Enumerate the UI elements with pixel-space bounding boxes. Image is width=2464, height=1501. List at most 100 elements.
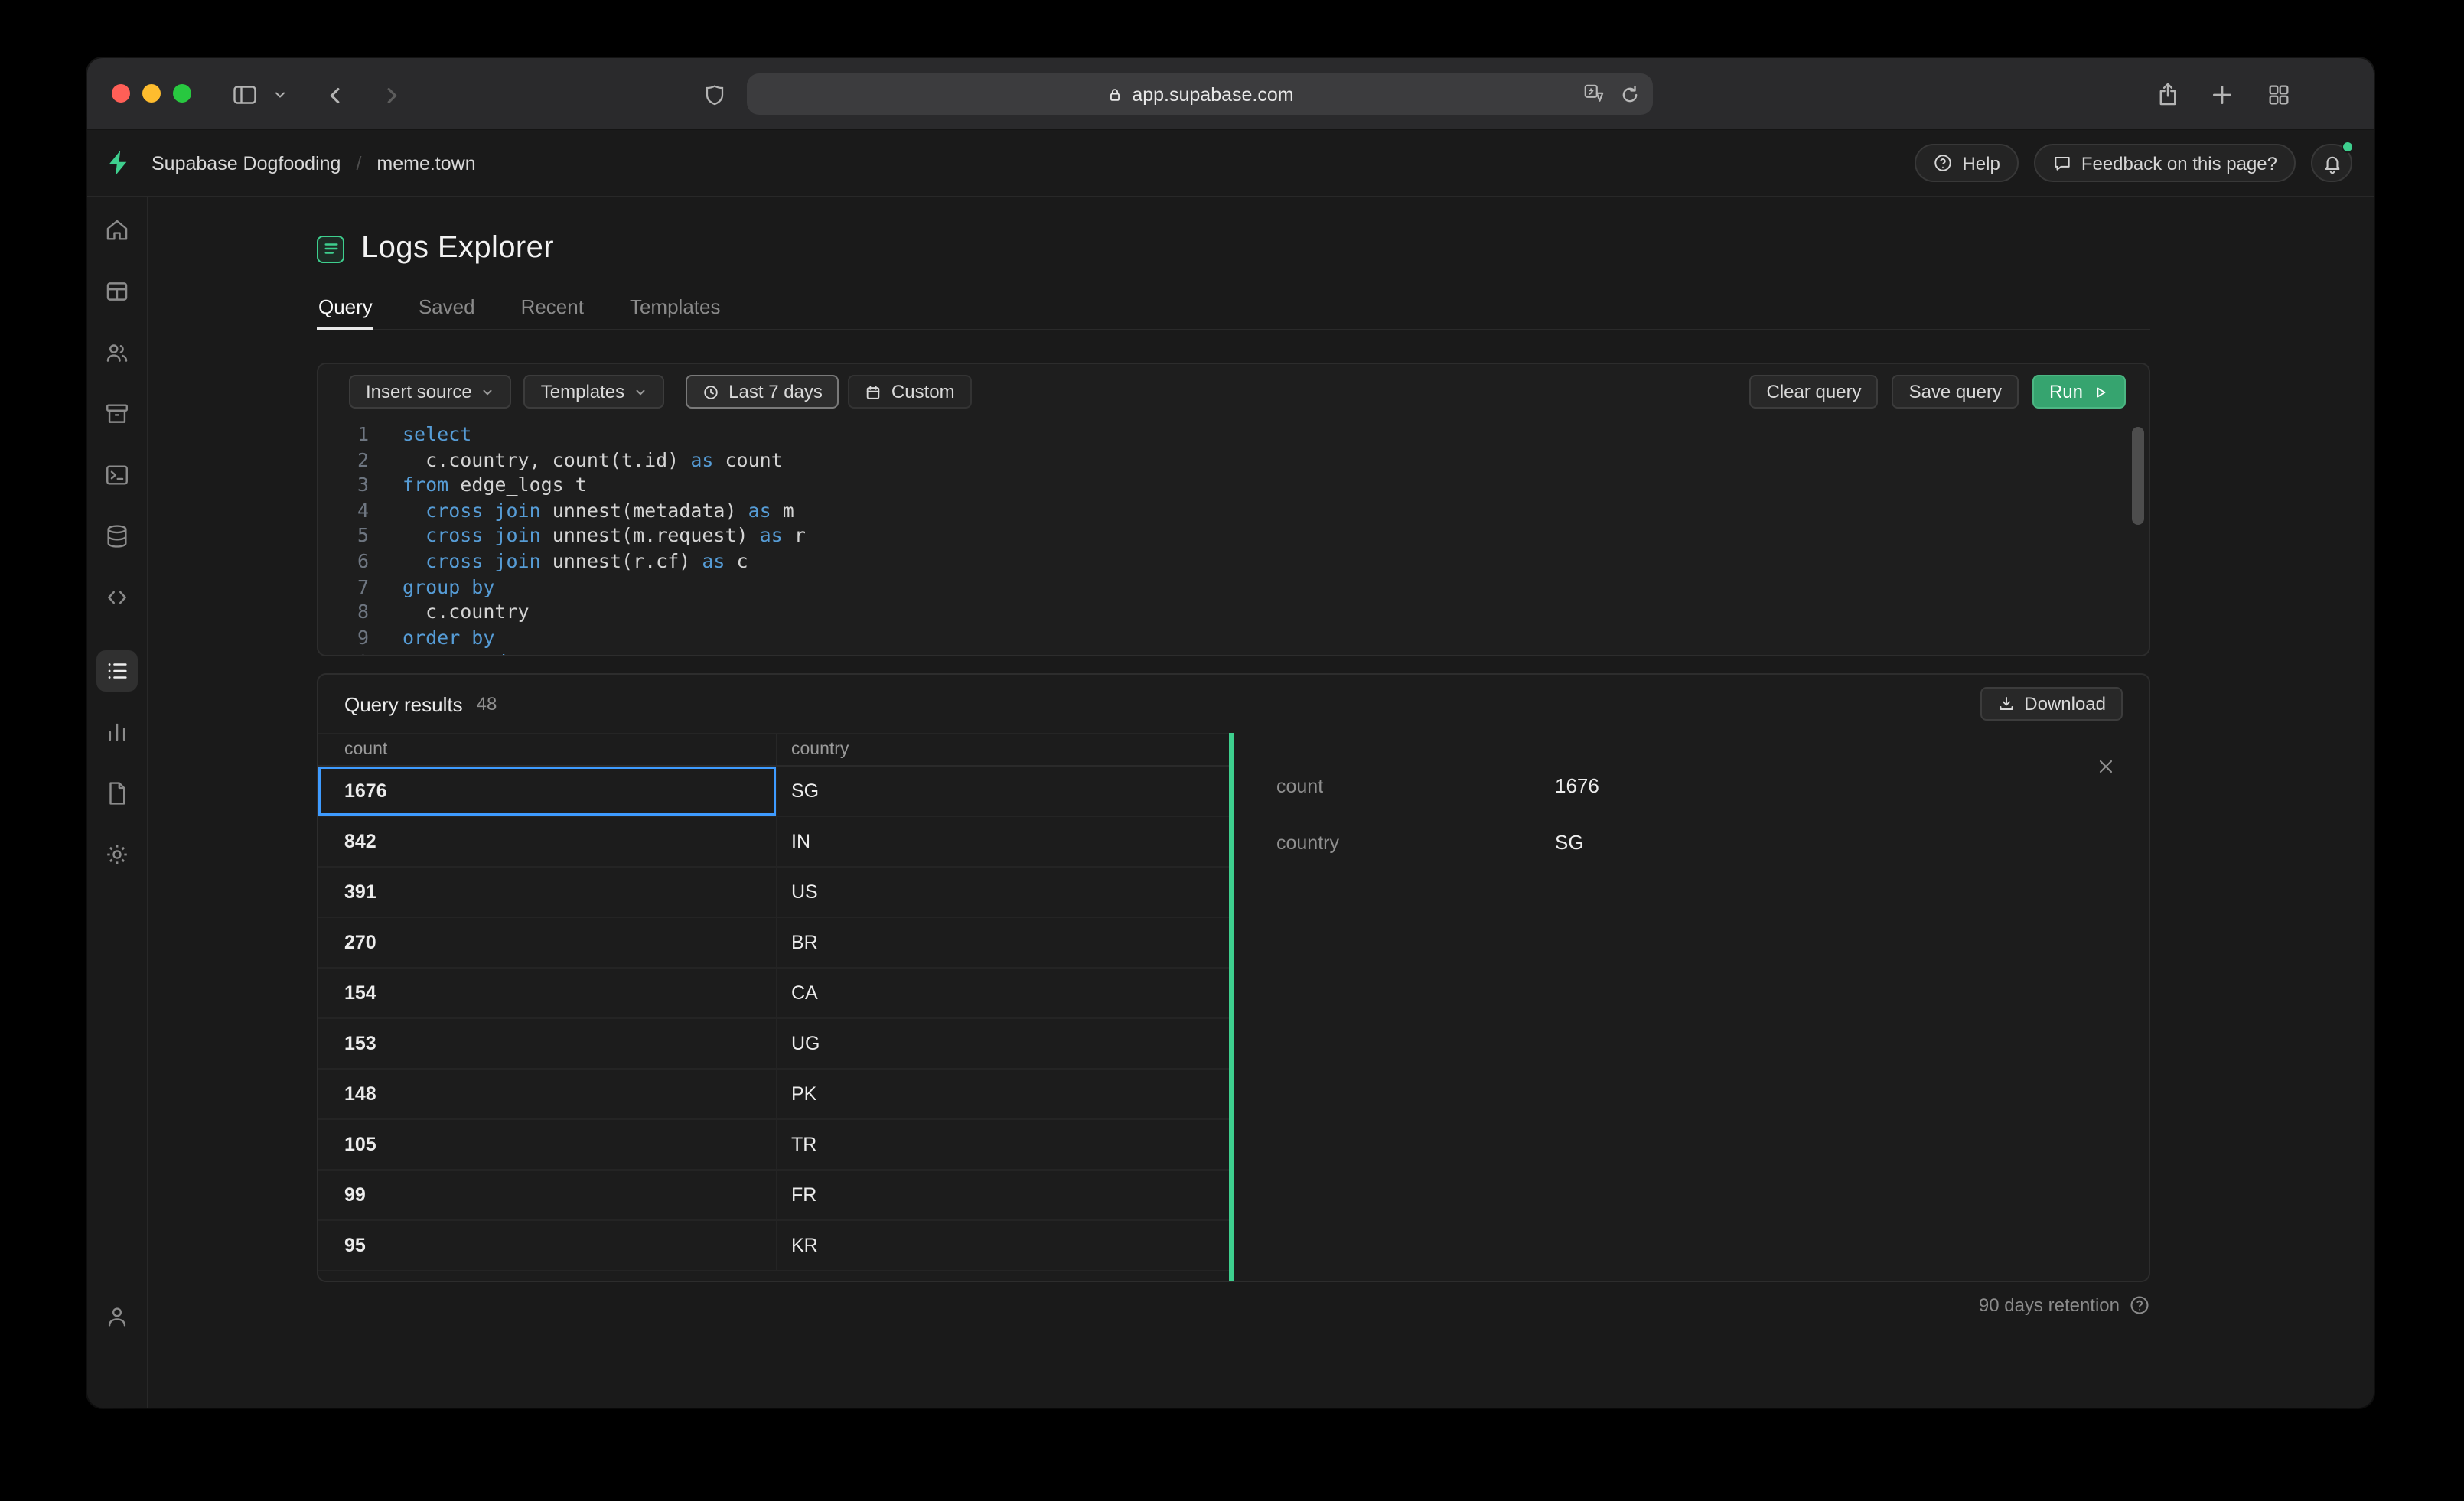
column-header-count[interactable]: count <box>318 734 777 765</box>
templates-dropdown[interactable]: Templates <box>523 375 665 409</box>
cell-count[interactable]: 842 <box>318 817 777 866</box>
cell-count[interactable]: 99 <box>318 1171 777 1219</box>
cell-count[interactable]: 153 <box>318 1019 777 1068</box>
table-row[interactable]: 99 FR <box>318 1171 1229 1221</box>
cell-count[interactable]: 1676 <box>318 767 777 816</box>
line-number: 2 <box>357 448 369 471</box>
cell-country[interactable]: PK <box>777 1070 1229 1118</box>
browser-toolbar: app.supabase.com <box>87 58 2374 130</box>
tab-overview-icon[interactable] <box>2262 78 2296 112</box>
table-row[interactable]: 1676 SG <box>318 767 1229 817</box>
cell-country[interactable]: SG <box>777 767 1229 816</box>
table-row[interactable]: 391 US <box>318 868 1229 918</box>
sql-editor-icon[interactable] <box>96 454 138 496</box>
feedback-button[interactable]: Feedback on this page? <box>2033 144 2296 182</box>
help-button[interactable]: Help <box>1915 144 2019 182</box>
tab-templates[interactable]: Templates <box>628 288 722 329</box>
question-circle-icon[interactable] <box>2129 1294 2150 1316</box>
close-icon[interactable] <box>2097 757 2115 776</box>
minimize-window-button[interactable] <box>142 84 161 103</box>
home-icon[interactable] <box>96 210 138 251</box>
sql-editor[interactable]: 1 select 2 c.country, count(t.id) as cou… <box>318 419 2149 655</box>
cell-country[interactable]: FR <box>777 1171 1229 1219</box>
cell-count[interactable]: 95 <box>318 1221 777 1270</box>
back-button[interactable] <box>318 78 352 112</box>
table-header-row: count country <box>318 733 1229 767</box>
breadcrumb-project[interactable]: meme.town <box>376 152 475 174</box>
database-icon[interactable] <box>96 516 138 557</box>
cell-count[interactable]: 154 <box>318 969 777 1017</box>
cell-count[interactable]: 148 <box>318 1070 777 1118</box>
cell-count[interactable]: 270 <box>318 918 777 967</box>
table-row[interactable]: 842 IN <box>318 817 1229 868</box>
editor-line: 4 cross join unnest(metadata) as m <box>318 499 2149 524</box>
reload-icon[interactable] <box>1619 83 1641 105</box>
cell-country[interactable]: BR <box>777 918 1229 967</box>
account-icon[interactable] <box>96 1296 138 1337</box>
detail-field: country SG <box>1276 814 2112 871</box>
logs-explorer-nav-icon[interactable] <box>96 650 138 692</box>
editor-scrollbar[interactable] <box>2132 427 2144 525</box>
table-editor-icon[interactable] <box>96 271 138 312</box>
chevron-down-icon[interactable] <box>269 78 291 112</box>
line-number: 1 <box>357 422 369 445</box>
traffic-lights <box>112 84 191 103</box>
breadcrumb-org[interactable]: Supabase Dogfooding <box>152 152 341 174</box>
detail-fields: count 1676 country SG <box>1276 757 2112 871</box>
download-button[interactable]: Download <box>1980 687 2123 721</box>
page-title: Logs Explorer <box>361 231 554 265</box>
table-row[interactable]: 95 KR <box>318 1221 1229 1271</box>
url-text: app.supabase.com <box>1132 83 1294 105</box>
cell-count[interactable]: 391 <box>318 868 777 917</box>
cell-count[interactable]: 105 <box>318 1120 777 1169</box>
table-row[interactable]: 105 TR <box>318 1120 1229 1171</box>
lock-icon <box>1106 85 1123 103</box>
settings-icon[interactable] <box>96 834 138 875</box>
supabase-logo-icon[interactable] <box>87 148 148 177</box>
share-icon[interactable] <box>2150 78 2184 112</box>
column-header-country[interactable]: country <box>777 734 1229 765</box>
sidebar-toggle-icon[interactable] <box>228 78 262 112</box>
last-7-days-button[interactable]: Last 7 days <box>686 375 839 409</box>
notifications-button[interactable] <box>2311 141 2354 182</box>
privacy-shield-icon[interactable] <box>698 78 732 112</box>
address-bar[interactable]: app.supabase.com <box>747 73 1653 115</box>
forward-button[interactable] <box>373 78 407 112</box>
table-row[interactable]: 270 BR <box>318 918 1229 969</box>
table-row[interactable]: 148 PK <box>318 1070 1229 1120</box>
line-number: 6 <box>357 549 369 572</box>
line-number: 3 <box>357 473 369 497</box>
cell-country[interactable]: US <box>777 868 1229 917</box>
detail-value: SG <box>1555 831 1584 854</box>
clear-query-button[interactable]: Clear query <box>1749 375 1879 409</box>
tab-saved[interactable]: Saved <box>417 288 477 329</box>
close-window-button[interactable] <box>112 84 130 103</box>
translate-icon[interactable] <box>1582 83 1605 106</box>
retention-label: 90 days retention <box>1978 1294 2120 1316</box>
custom-range-button[interactable]: Custom <box>848 375 972 409</box>
table-row[interactable]: 154 CA <box>318 969 1229 1019</box>
logs-explorer-icon <box>317 235 344 262</box>
cell-country[interactable]: KR <box>777 1221 1229 1270</box>
cell-country[interactable]: IN <box>777 817 1229 866</box>
table-row[interactable]: 153 UG <box>318 1019 1229 1070</box>
cell-country[interactable]: TR <box>777 1120 1229 1169</box>
docs-icon[interactable] <box>96 773 138 814</box>
tab-query[interactable]: Query <box>317 288 374 330</box>
insert-source-dropdown[interactable]: Insert source <box>349 375 512 409</box>
reports-icon[interactable] <box>96 711 138 753</box>
line-code: order by <box>403 625 495 649</box>
auth-users-icon[interactable] <box>96 332 138 373</box>
save-query-button[interactable]: Save query <box>1892 375 2019 409</box>
new-tab-icon[interactable] <box>2205 78 2239 112</box>
play-icon <box>2092 383 2109 400</box>
storage-icon[interactable] <box>96 393 138 435</box>
tab-recent[interactable]: Recent <box>520 288 585 329</box>
detail-label: country <box>1276 832 1339 853</box>
api-icon[interactable] <box>96 577 138 618</box>
cell-country[interactable]: CA <box>777 969 1229 1017</box>
zoom-window-button[interactable] <box>173 84 191 103</box>
run-query-button[interactable]: Run <box>2032 375 2126 409</box>
line-code: select <box>403 422 472 445</box>
cell-country[interactable]: UG <box>777 1019 1229 1068</box>
